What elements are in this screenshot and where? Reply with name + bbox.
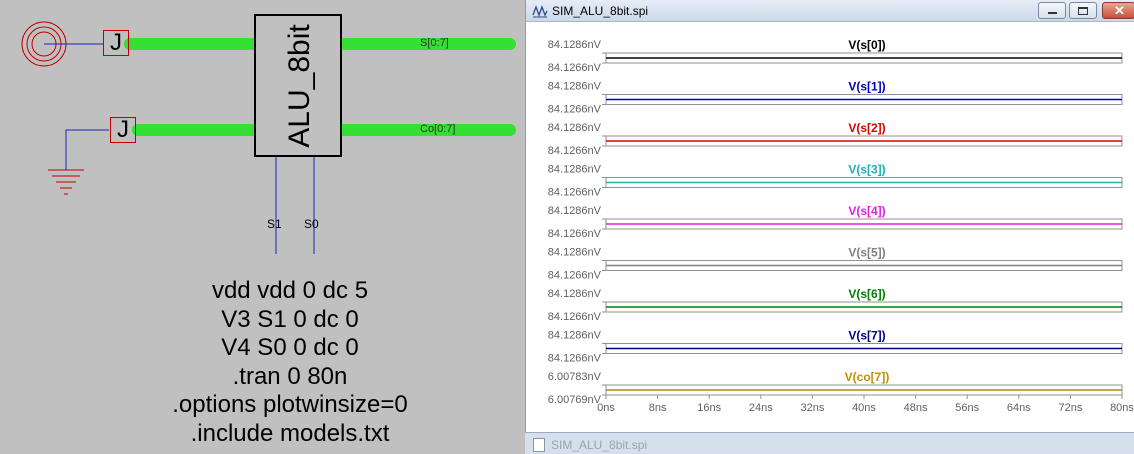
trace-title: V(s[1]) <box>848 80 885 94</box>
window-titlebar[interactable]: SIM_ALU_8bit.spi ✕ <box>526 0 1134 22</box>
trace-title: V(s[7]) <box>848 329 885 343</box>
alu-block[interactable]: ALU_8bit <box>254 14 342 157</box>
y-tick-label: 84.1286nV <box>548 122 602 134</box>
close-icon: ✕ <box>1114 3 1125 18</box>
x-tick-label: 0ns <box>597 402 615 414</box>
y-tick-label: 84.1266nV <box>548 104 602 116</box>
y-tick-label: 84.1286nV <box>548 288 602 300</box>
waveform-icon <box>532 5 548 18</box>
trace-title: V(s[0]) <box>848 38 885 52</box>
waveform-plot[interactable]: 84.1286nV 84.1266nV V(s[0]) 84.1286nV 84.126… <box>526 22 1134 432</box>
x-tick-label: 72ns <box>1058 402 1082 414</box>
y-tick-label: 84.1266nV <box>548 353 602 365</box>
jumper-top-label: J <box>110 29 122 56</box>
jumper-top[interactable]: J <box>103 30 129 56</box>
x-tick-label: 64ns <box>1007 402 1031 414</box>
netlist-line: .tran 0 80n <box>232 362 348 390</box>
minimize-button[interactable] <box>1038 2 1066 19</box>
x-tick-label: 56ns <box>955 402 979 414</box>
schematic-canvas[interactable]: J J ALU_8bit S[0:7] Co[0:7] S1 S0 vdd vd… <box>0 0 525 454</box>
trace-title: V(s[6]) <box>848 287 885 301</box>
y-tick-label: 84.1286nV <box>548 330 602 342</box>
jumper-bottom[interactable]: J <box>110 117 136 143</box>
second-window-titlebar[interactable]: SIM_ALU_8bit.spi <box>525 432 1134 454</box>
trace-title: V(co[7]) <box>845 370 890 384</box>
y-tick-label: 84.1266nV <box>548 311 602 323</box>
trace-title: V(s[3]) <box>848 163 885 177</box>
window-title: SIM_ALU_8bit.spi <box>552 4 649 18</box>
y-tick-label: 84.1286nV <box>548 39 602 51</box>
y-tick-label: 84.1286nV <box>548 81 602 93</box>
x-tick-label: 48ns <box>904 402 928 414</box>
y-tick-label: 84.1286nV <box>548 247 602 259</box>
y-tick-label: 84.1266nV <box>548 187 602 199</box>
y-tick-label: 84.1266nV <box>548 228 602 240</box>
net-label-s[interactable]: S[0:7] <box>420 37 449 49</box>
close-button[interactable]: ✕ <box>1102 2 1134 19</box>
trace-title: V(s[4]) <box>848 204 885 218</box>
waveform-window[interactable]: SIM_ALU_8bit.spi ✕ 84.1286nV 84.1266nV V(s… <box>525 0 1134 432</box>
trace-title: V(s[2]) <box>848 121 885 135</box>
netlist-line: V3 S1 0 dc 0 <box>221 305 359 333</box>
x-tick-label: 8ns <box>649 402 667 414</box>
spice-directive[interactable]: vdd vdd 0 dc 5 V3 S1 0 dc 0 V4 S0 0 dc 0… <box>110 277 470 448</box>
ground-wire <box>65 129 109 162</box>
trace-title: V(s[5]) <box>848 246 885 260</box>
jumper-bottom-label: J <box>117 116 129 143</box>
restore-button[interactable] <box>1069 2 1097 19</box>
y-tick-label: 6.00783nV <box>548 371 602 383</box>
y-tick-label: 84.1266nV <box>548 145 602 157</box>
y-tick-label: 84.1266nV <box>548 270 602 282</box>
net-label-s1[interactable]: S1 <box>267 217 282 231</box>
y-tick-label: 84.1286nV <box>548 164 602 176</box>
second-window-title: SIM_ALU_8bit.spi <box>551 438 648 452</box>
net-label-s0[interactable]: S0 <box>304 217 319 231</box>
x-tick-label: 40ns <box>852 402 876 414</box>
netlist-line: V4 S0 0 dc 0 <box>221 334 359 361</box>
netlist-line: .options plotwinsize=0 <box>172 391 408 418</box>
netlist-line: .include models.txt <box>190 419 390 447</box>
alu-block-name: ALU_8bit <box>283 24 316 148</box>
document-icon <box>533 438 545 452</box>
x-tick-label: 80ns <box>1110 402 1134 414</box>
restore-icon <box>1078 7 1088 15</box>
x-tick-label: 24ns <box>749 402 773 414</box>
y-tick-label: 84.1286nV <box>548 205 602 217</box>
netlist-line: vdd vdd 0 dc 5 <box>211 277 369 304</box>
net-label-co[interactable]: Co[0:7] <box>420 123 455 135</box>
x-tick-label: 16ns <box>697 402 721 414</box>
y-tick-label: 6.00769nV <box>548 394 602 406</box>
x-tick-label: 32ns <box>800 402 824 414</box>
minimize-icon <box>1048 12 1057 14</box>
y-tick-label: 84.1266nV <box>548 62 602 74</box>
